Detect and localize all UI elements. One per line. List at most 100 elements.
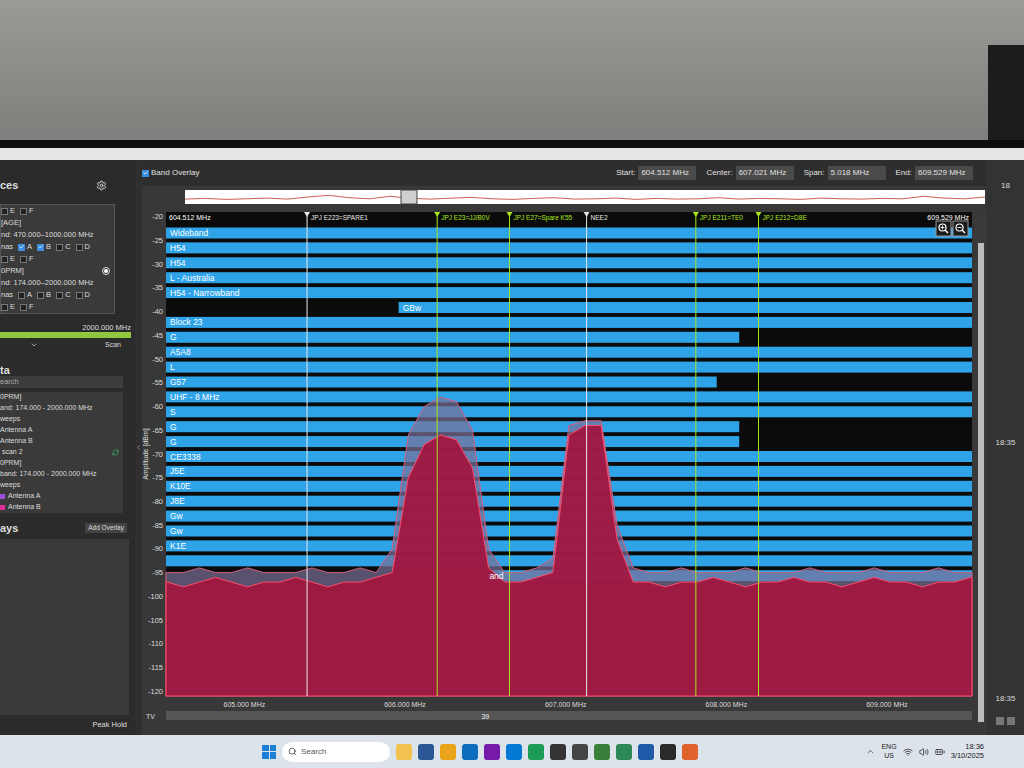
checkbox-box[interactable] [18,292,25,299]
radio-button[interactable] [102,267,110,275]
wifi-icon[interactable] [903,747,913,757]
taskbar-app-icon[interactable] [506,744,522,760]
checkbox[interactable]: B [37,289,51,300]
volume-icon[interactable] [919,747,929,757]
checkbox[interactable]: B [37,241,51,252]
zoom-out-icon[interactable] [953,221,968,236]
taskbar-app-icon[interactable] [528,744,544,760]
band-bar[interactable] [166,272,972,283]
checkbox[interactable]: A [18,241,32,252]
frequency-marker[interactable]: JPJ E23=JJ/B0V [434,212,490,696]
frequency-marker[interactable]: JPJ E211=TE0 [693,212,743,696]
checkbox[interactable]: D [76,241,90,252]
band-bar[interactable] [166,391,972,402]
band-bar[interactable] [166,317,972,328]
band-bar[interactable] [166,228,972,239]
band-bar[interactable] [166,406,972,417]
checkbox[interactable]: F [20,253,34,264]
taskbar-app-icon[interactable] [682,744,698,760]
checkbox[interactable]: E [1,253,15,264]
checkbox[interactable]: E [1,205,15,216]
clock[interactable]: 18:363/10/2025 [951,743,984,760]
marker-triangle-icon[interactable] [304,212,310,217]
marker-triangle-icon[interactable] [693,212,699,217]
checkbox[interactable]: C [56,241,70,252]
scan-button[interactable]: Scan [101,340,125,351]
taskbar-app-icon[interactable] [418,744,434,760]
field-input[interactable]: 604.512 MHz [638,166,696,180]
taskbar-app-icon[interactable] [462,744,478,760]
taskbar-app-icon[interactable] [440,744,456,760]
stop-button[interactable] [996,717,1004,725]
checkbox-box[interactable] [76,244,83,251]
battery-icon[interactable] [935,747,945,757]
windows-start-icon[interactable] [262,745,276,759]
checkbox[interactable]: F [20,205,34,216]
band-bar[interactable] [166,332,739,343]
checkbox-box[interactable] [76,292,83,299]
band-overlay-toggle[interactable]: Band Overlay [142,167,199,179]
scrollbar-thumb[interactable] [978,243,984,722]
data-item[interactable]: scan 2 [0,447,123,458]
play-button[interactable] [1007,717,1015,725]
frequency-marker[interactable]: JPJ E212=D8E [755,212,807,696]
checkbox[interactable]: E [1,301,15,312]
gear-icon[interactable] [96,180,107,191]
spectrum-chart[interactable]: JPJ E223=SPARE1 JPJ E23=JJ/B0V JPJ E27=Spa… [142,208,975,722]
field-input[interactable]: 609.529 MHz [915,166,973,180]
taskbar-app-icon[interactable] [594,744,610,760]
frequency-marker[interactable]: JPJ E27=Spare K55 [506,212,572,696]
chart-scrollbar[interactable] [975,218,987,722]
checkbox-box[interactable] [56,292,63,299]
marker-triangle-icon[interactable] [434,212,440,217]
language-indicator[interactable]: ENGUS [881,743,896,759]
checkbox[interactable]: C [56,289,70,300]
checkbox-box[interactable] [37,292,44,299]
checkbox-box[interactable] [37,244,44,251]
taskbar-app-icon[interactable] [616,744,632,760]
checkbox-box[interactable] [1,256,8,263]
zoom-in-icon[interactable] [936,221,951,236]
taskbar-app-icon[interactable] [638,744,654,760]
sidebar-collapse-handle[interactable] [135,160,142,735]
add-overlay-button[interactable]: Add Overlay [85,523,127,533]
marker-triangle-icon[interactable] [506,212,512,217]
band-bar[interactable] [166,257,972,268]
frequency-marker[interactable]: JPJ E223=SPARE1 [304,212,368,696]
search-field[interactable]: earch [0,376,123,388]
refresh-icon[interactable] [112,449,119,456]
checkbox-box[interactable] [20,304,27,311]
checkbox-box[interactable] [142,170,149,177]
marker-triangle-icon[interactable] [755,212,761,217]
taskbar-app-icon[interactable] [550,744,566,760]
checkbox-box[interactable] [20,256,27,263]
taskbar-search[interactable]: Search [282,742,390,762]
taskbar-app-icon[interactable] [484,744,500,760]
band-bar[interactable] [166,347,972,358]
data-item[interactable]: Antenna A [0,491,123,502]
band-bar[interactable] [399,302,972,313]
band-bar[interactable] [166,287,972,298]
field-input[interactable]: 607.021 MHz [736,166,794,180]
band-bar[interactable] [166,377,717,388]
checkbox-box[interactable] [56,244,63,251]
checkbox-box[interactable] [1,208,8,215]
frequency-marker[interactable]: NEE2 [584,212,608,696]
collapse-arrow-icon[interactable] [135,444,142,451]
overview-viewport[interactable] [401,190,417,204]
taskbar-app-icon[interactable] [572,744,588,760]
chevron-up-icon[interactable] [866,747,875,756]
checkbox-box[interactable] [18,244,25,251]
checkbox-box[interactable] [1,304,8,311]
overview-strip[interactable] [185,190,985,204]
marker-triangle-icon[interactable] [584,212,590,217]
field-input[interactable]: 5.018 MHz [828,166,886,180]
taskbar-app-icon[interactable] [660,744,676,760]
dropdown-icon[interactable] [30,341,38,349]
band-bar[interactable] [166,242,972,253]
checkbox[interactable]: A [18,289,32,300]
checkbox[interactable]: Band Overlay [142,167,199,179]
taskbar-app-icon[interactable] [396,744,412,760]
data-item[interactable]: Antenna B [0,502,123,513]
band-bar[interactable] [166,362,972,373]
